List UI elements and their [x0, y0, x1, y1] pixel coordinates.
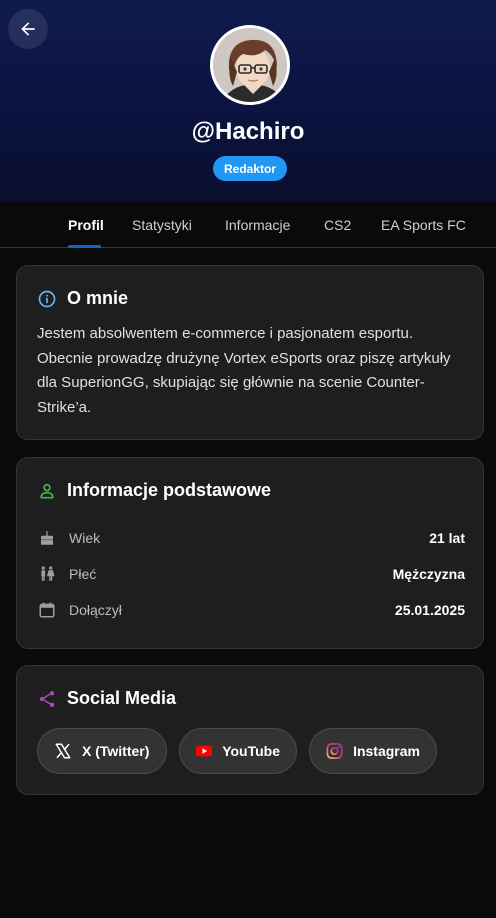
social-instagram-button[interactable]: Instagram	[309, 728, 437, 774]
basic-info-title: Informacje podstawowe	[67, 480, 272, 500]
back-button[interactable]	[8, 9, 48, 49]
about-text: Jestem absolwentem e-commerce i pasjonat…	[37, 325, 451, 416]
person-icon	[40, 483, 54, 498]
info-label-age: Wiek	[69, 530, 101, 546]
avatar	[210, 25, 290, 105]
info-value-age: 21 lat	[429, 530, 465, 546]
active-tab-indicator	[68, 245, 101, 248]
username: @Hachiro	[191, 118, 305, 145]
social-x-label: X (Twitter)	[82, 743, 150, 759]
about-header: O mnie	[37, 288, 128, 309]
social-youtube-label: YouTube	[222, 743, 280, 759]
cake-icon	[37, 528, 57, 548]
x-icon	[55, 743, 71, 759]
tab-bar: Profil Statystyki Informacje CS2 EA Spor…	[0, 201, 496, 248]
tab-informacje[interactable]: Informacje	[225, 201, 290, 248]
avatar-image	[213, 28, 287, 102]
youtube-icon	[196, 745, 213, 757]
social-card: Social Media X (Twitter) YouTube Instagr…	[16, 665, 484, 795]
tab-cs2[interactable]: CS2	[324, 201, 351, 248]
role-badge: Redaktor	[213, 156, 287, 181]
info-row-age: Wiek 21 lat	[37, 526, 465, 550]
info-label-gender: Płeć	[69, 566, 97, 582]
info-row-joined: Dołączył 25.01.2025	[37, 598, 465, 622]
social-x-button[interactable]: X (Twitter)	[37, 728, 167, 774]
info-icon	[38, 290, 56, 307]
about-title: O mnie	[67, 288, 129, 308]
info-value-joined: 25.01.2025	[394, 602, 465, 618]
profile-header: @Hachiro Redaktor	[0, 0, 496, 201]
social-youtube-button[interactable]: YouTube	[179, 728, 297, 774]
tab-profil[interactable]: Profil	[68, 201, 104, 248]
info-row-gender: Płeć Mężczyzna	[37, 562, 465, 586]
basic-info-header: Informacje podstawowe	[37, 480, 271, 501]
social-title: Social Media	[67, 688, 177, 708]
tab-statystyki[interactable]: Statystyki	[132, 201, 192, 248]
info-value-gender: Mężczyzna	[392, 566, 465, 582]
social-instagram-label: Instagram	[353, 743, 420, 759]
arrow-left-icon	[21, 22, 35, 36]
info-label-joined: Dołączył	[69, 602, 122, 618]
instagram-icon	[326, 743, 343, 759]
share-icon	[39, 690, 55, 707]
people-icon	[37, 564, 57, 584]
social-header: Social Media	[37, 688, 176, 709]
tab-ea-sports-fc[interactable]: EA Sports FC	[381, 201, 466, 248]
calendar-icon	[37, 600, 57, 620]
about-card: O mnie Jestem absolwentem e-commerce i p…	[16, 265, 484, 440]
basic-info-card: Informacje podstawowe Wiek 21 lat Płeć M…	[16, 457, 484, 649]
